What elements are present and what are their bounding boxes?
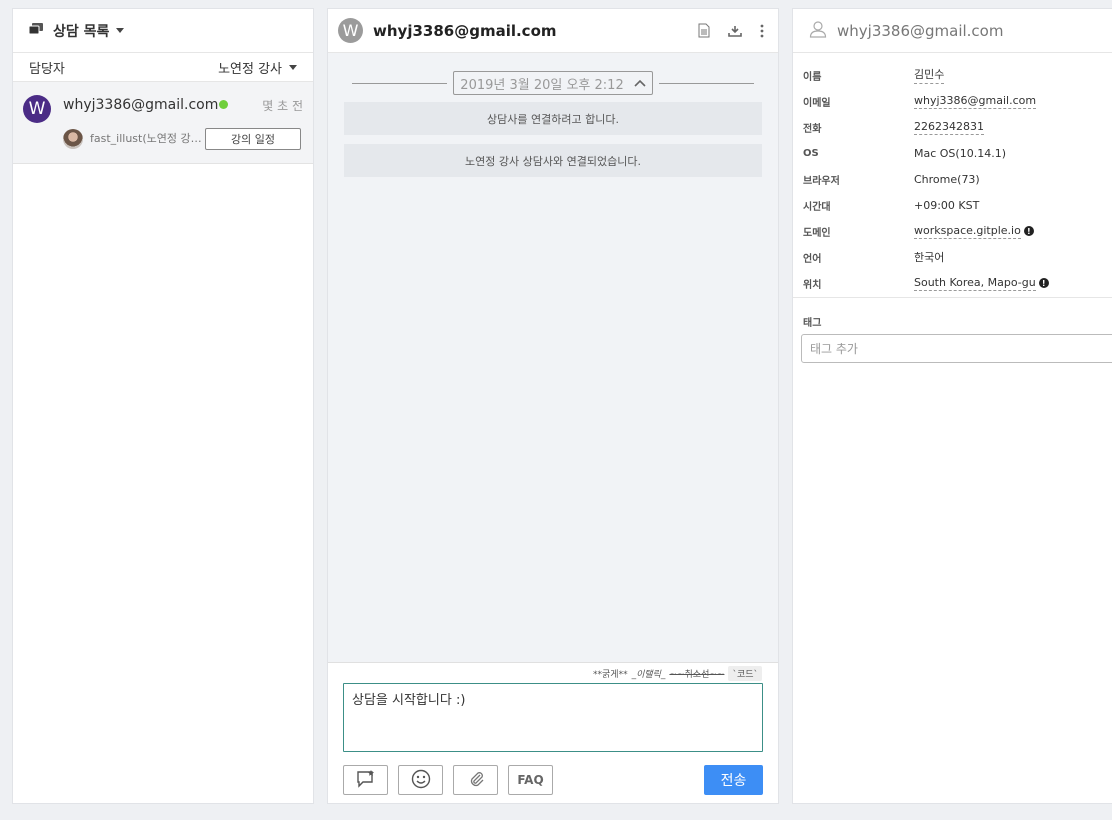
send-button[interactable]: 전송	[704, 765, 763, 795]
customer-email: whyj3386@gmail.com	[837, 21, 1004, 40]
message-composer: **굵게** _이탤릭_ ~~취소선~~ `코드` FAQ	[328, 662, 778, 803]
chat-bubbles-icon	[28, 21, 43, 40]
paperclip-icon	[467, 770, 485, 791]
hint-italic: _이탤릭_	[631, 670, 666, 680]
hint-code: `코드`	[728, 666, 762, 681]
info-value-text: South Korea, Mapo-gu	[914, 275, 1036, 291]
chat-list-panel: 상담 목록 담당자 노연정 강사 W whyj3386@gmail.com 몇 …	[12, 8, 314, 804]
info-value[interactable]: workspace.gitple.io!	[914, 224, 1034, 239]
info-key: 브라우저	[803, 175, 840, 187]
info-value-text: 김민수	[914, 66, 945, 84]
info-row: 전화 2262342831	[793, 114, 1112, 140]
info-row: 이메일 whyj3386@gmail.com	[793, 88, 1112, 114]
info-value: Mac OS(10.14.1)	[914, 147, 1006, 160]
assignee-label: 담당자	[29, 61, 65, 77]
info-value[interactable]: 김민수	[914, 66, 945, 84]
tag-label: 태그	[803, 318, 822, 329]
info-key: OS	[803, 147, 819, 159]
info-row: 위치 South Korea, Mapo-gu!	[793, 270, 1112, 296]
info-value[interactable]: South Korea, Mapo-gu!	[914, 276, 1049, 291]
online-status-dot	[219, 100, 228, 109]
info-key: 이름	[803, 71, 822, 83]
info-row: 이름 김민수	[793, 62, 1112, 88]
info-value: +09:00 KST	[914, 199, 979, 212]
chevron-down-icon[interactable]	[116, 28, 125, 33]
info-value-text: Chrome(73)	[914, 172, 980, 186]
system-message: 상담사를 연결하려고 합니다.	[344, 102, 762, 135]
info-row: 시간대 +09:00 KST	[793, 192, 1112, 218]
chevron-down-icon	[289, 64, 297, 70]
info-key: 전화	[803, 123, 822, 135]
quick-reply-button[interactable]	[343, 765, 388, 795]
attach-button[interactable]	[453, 765, 498, 795]
chat-time: 몇 초 전	[262, 99, 303, 113]
info-value-text: +09:00 KST	[914, 198, 980, 212]
info-warning-icon[interactable]: !	[1038, 278, 1049, 288]
info-value-text: 2262342831	[914, 119, 984, 135]
info-value[interactable]: whyj3386@gmail.com	[914, 93, 1037, 109]
conversation-header: W whyj3386@gmail.com	[328, 9, 778, 53]
chat-email: whyj3386@gmail.com	[63, 97, 219, 113]
assignee-filter: 담당자 노연정 강사	[13, 53, 313, 82]
emoji-icon	[411, 769, 431, 792]
avatar: W	[23, 95, 51, 123]
assignee-dropdown[interactable]: 노연정 강사	[218, 58, 297, 77]
chat-list-title[interactable]: 상담 목록	[53, 21, 109, 41]
info-row: OS Mac OS(10.14.1)	[793, 140, 1112, 166]
customer-info-panel: whyj3386@gmail.com 이름 김민수이메일 whyj3386@gmai…	[792, 8, 1112, 804]
conversation-title: whyj3386@gmail.com	[373, 21, 557, 40]
info-key: 언어	[803, 253, 822, 265]
avatar: W	[338, 18, 363, 43]
conversation-panel: W whyj3386@gmail.com 2019년 3월 20일 오후 2:1…	[327, 8, 779, 804]
info-row: 언어 한국어	[793, 244, 1112, 270]
info-value: Chrome(73)	[914, 173, 980, 186]
info-row: 브라우저 Chrome(73)	[793, 166, 1112, 192]
info-value-text: Mac OS(10.14.1)	[914, 146, 1006, 160]
emoji-button[interactable]	[398, 765, 443, 795]
customer-header: whyj3386@gmail.com	[793, 9, 1112, 53]
info-key: 이메일	[803, 97, 831, 109]
user-icon	[809, 20, 827, 42]
chat-star-icon	[356, 769, 376, 791]
date-text: 2019년 3월 20일 오후 2:12	[460, 77, 624, 93]
hint-strike: ~~취소선~~	[669, 670, 725, 680]
info-key: 위치	[803, 279, 822, 291]
markdown-hint: **굵게** _이탤릭_ ~~취소선~~ `코드`	[593, 666, 762, 681]
info-key: 시간대	[803, 201, 831, 213]
date-divider: 2019년 3월 20일 오후 2:12	[352, 71, 755, 95]
chat-list-header: 상담 목록	[13, 9, 313, 53]
info-row: 도메인 workspace.gitple.io!	[793, 218, 1112, 244]
more-vertical-icon[interactable]	[760, 23, 764, 42]
info-warning-icon[interactable]: !	[1023, 226, 1034, 236]
chat-agent: fast_illust(노연정 강사)	[90, 132, 202, 145]
info-value-text: 한국어	[914, 251, 945, 264]
assignee-value: 노연정 강사	[218, 61, 282, 77]
chevron-up-icon	[634, 76, 646, 91]
hint-bold: **굵게**	[593, 670, 628, 680]
info-key: 도메인	[803, 227, 831, 239]
schedule-button[interactable]: 강의 일정	[205, 128, 301, 150]
faq-button[interactable]: FAQ	[508, 765, 553, 795]
document-icon[interactable]	[698, 23, 710, 42]
date-pill[interactable]: 2019년 3월 20일 오후 2:12	[453, 71, 653, 95]
chat-list-item[interactable]: W whyj3386@gmail.com 몇 초 전 fast_illust(노…	[13, 82, 313, 164]
system-message: 노연정 강사 상담사와 연결되었습니다.	[344, 144, 762, 177]
info-value-text: whyj3386@gmail.com	[914, 93, 1037, 109]
info-value[interactable]: 2262342831	[914, 120, 984, 135]
agent-avatar	[63, 129, 83, 149]
message-input[interactable]	[343, 683, 763, 752]
info-value-text: workspace.gitple.io	[914, 223, 1021, 239]
tag-input[interactable]: 태그 추가	[801, 334, 1112, 363]
download-icon[interactable]	[728, 23, 742, 42]
customer-details: 이름 김민수이메일 whyj3386@gmail.com 전화 2262342831 OS…	[793, 53, 1112, 298]
info-value: 한국어	[914, 249, 944, 265]
